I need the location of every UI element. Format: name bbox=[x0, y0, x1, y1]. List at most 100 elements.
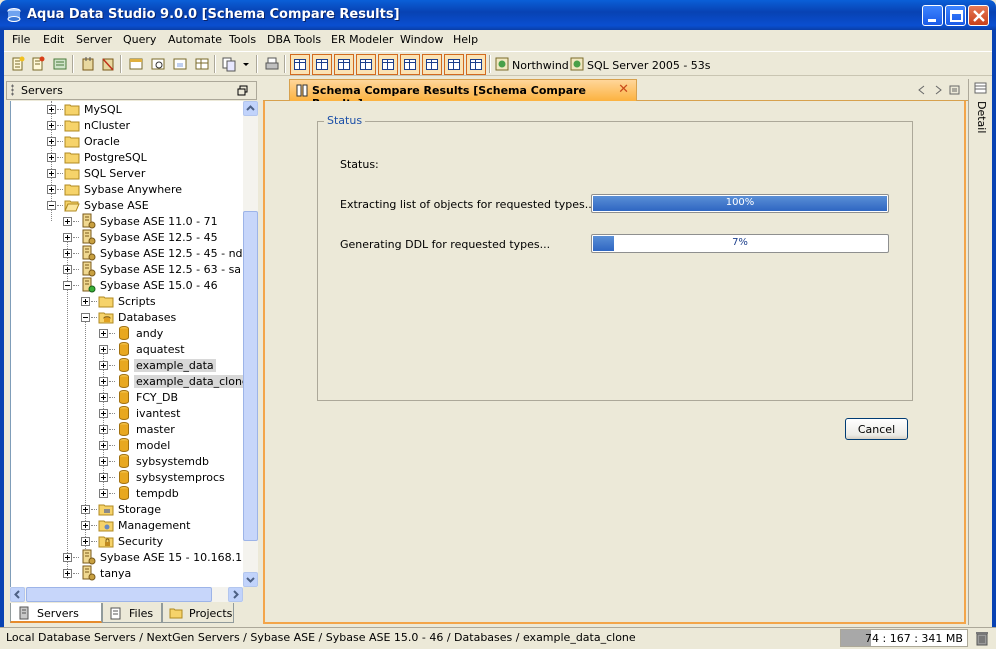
progress-bar-generating-ddl: 7% bbox=[591, 234, 889, 253]
grid-view-button-9[interactable] bbox=[466, 54, 486, 75]
tab-servers[interactable]: Servers bbox=[10, 603, 102, 623]
compare-icon[interactable] bbox=[221, 56, 237, 72]
tab-scroll-right-icon[interactable] bbox=[934, 85, 943, 95]
server-properties-icon[interactable] bbox=[52, 56, 68, 72]
remove-server-icon[interactable] bbox=[30, 56, 46, 72]
expand-icon[interactable] bbox=[99, 345, 108, 354]
menu-file[interactable]: File bbox=[12, 33, 30, 46]
connection-icon[interactable] bbox=[494, 56, 510, 72]
expand-icon[interactable] bbox=[81, 521, 90, 530]
detail-icon[interactable] bbox=[974, 82, 987, 94]
expand-icon[interactable] bbox=[47, 137, 56, 146]
print-icon[interactable] bbox=[264, 56, 280, 72]
window-frame-right bbox=[992, 30, 996, 649]
grid-view-button-4[interactable] bbox=[356, 54, 376, 75]
menu-window[interactable]: Window bbox=[400, 33, 443, 46]
query-builder-icon[interactable] bbox=[172, 56, 188, 72]
grid-view-button-7[interactable] bbox=[422, 54, 442, 75]
scroll-up-button[interactable] bbox=[243, 101, 258, 116]
menu-server[interactable]: Server bbox=[76, 33, 112, 46]
scroll-down-button[interactable] bbox=[243, 572, 258, 587]
memory-indicator[interactable]: 74 : 167 : 341 MB bbox=[840, 629, 968, 647]
expand-icon[interactable] bbox=[99, 377, 108, 386]
detail-tab[interactable]: Detail bbox=[975, 101, 988, 133]
menu-query[interactable]: Query bbox=[123, 33, 156, 46]
collapse-icon[interactable] bbox=[47, 201, 56, 210]
grid-view-button-2[interactable] bbox=[312, 54, 332, 75]
expand-icon[interactable] bbox=[63, 569, 72, 578]
cancel-button[interactable]: Cancel bbox=[845, 418, 908, 440]
tree-vertical-scrollbar[interactable] bbox=[243, 101, 258, 587]
grid-view-button-1[interactable] bbox=[290, 54, 310, 75]
tree-connector bbox=[57, 173, 63, 174]
minimize-button[interactable] bbox=[922, 5, 943, 26]
drag-handle-icon[interactable] bbox=[11, 84, 14, 96]
tree-item-label: Sybase ASE 15 - 10.168.11.4 bbox=[100, 551, 243, 564]
restore-icon[interactable] bbox=[237, 85, 248, 96]
expand-icon[interactable] bbox=[99, 489, 108, 498]
scroll-right-button[interactable] bbox=[228, 587, 243, 602]
expand-icon[interactable] bbox=[63, 265, 72, 274]
connection-label-northwind[interactable]: Northwind bbox=[512, 59, 569, 72]
connect-icon[interactable] bbox=[80, 56, 96, 72]
expand-icon[interactable] bbox=[47, 105, 56, 114]
grid-view-button-8[interactable] bbox=[444, 54, 464, 75]
maximize-button[interactable] bbox=[945, 5, 966, 26]
expand-icon[interactable] bbox=[99, 409, 108, 418]
tree-item-label: Management bbox=[118, 519, 191, 532]
expand-icon[interactable] bbox=[99, 457, 108, 466]
expand-icon[interactable] bbox=[63, 553, 72, 562]
tab-projects[interactable]: Projects bbox=[162, 603, 234, 623]
expand-icon[interactable] bbox=[47, 169, 56, 178]
expand-icon[interactable] bbox=[63, 233, 72, 242]
title-bar[interactable]: Aqua Data Studio 9.0.0 [Schema Compare R… bbox=[0, 0, 996, 30]
expand-icon[interactable] bbox=[99, 361, 108, 370]
query-analyzer-icon[interactable] bbox=[150, 56, 166, 72]
expand-icon[interactable] bbox=[47, 153, 56, 162]
tab-list-icon[interactable] bbox=[949, 85, 960, 95]
chevron-down-icon[interactable] bbox=[241, 56, 251, 72]
connection-icon[interactable] bbox=[569, 56, 585, 72]
tree-horizontal-scrollbar[interactable] bbox=[10, 587, 243, 602]
connection-label-sqlserver[interactable]: SQL Server 2005 - 53s bbox=[587, 59, 711, 72]
expand-icon[interactable] bbox=[81, 505, 90, 514]
menu-help[interactable]: Help bbox=[453, 33, 478, 46]
menu-dba-tools[interactable]: DBA Tools bbox=[267, 33, 321, 46]
close-button[interactable] bbox=[968, 5, 989, 26]
expand-icon[interactable] bbox=[99, 393, 108, 402]
table-data-editor-icon[interactable] bbox=[194, 56, 210, 72]
query-window-icon[interactable] bbox=[128, 56, 144, 72]
expand-icon[interactable] bbox=[99, 425, 108, 434]
expand-icon[interactable] bbox=[47, 185, 56, 194]
minimize-icon bbox=[928, 19, 936, 22]
tab-files[interactable]: Files bbox=[102, 603, 162, 623]
expand-icon[interactable] bbox=[99, 473, 108, 482]
close-tab-icon[interactable]: ✕ bbox=[618, 82, 629, 97]
expand-icon[interactable] bbox=[63, 217, 72, 226]
expand-icon[interactable] bbox=[81, 297, 90, 306]
menu-edit[interactable]: Edit bbox=[43, 33, 64, 46]
disconnect-icon[interactable] bbox=[100, 56, 116, 72]
tab-scroll-left-icon[interactable] bbox=[917, 85, 926, 95]
new-server-icon[interactable] bbox=[10, 56, 26, 72]
scroll-thumb[interactable] bbox=[243, 211, 258, 541]
server-tree[interactable]: MySQL nCluster Oracle PostgreSQL SQL Ser… bbox=[10, 101, 243, 587]
menu-tools[interactable]: Tools bbox=[229, 33, 256, 46]
expand-icon[interactable] bbox=[63, 249, 72, 258]
expand-icon[interactable] bbox=[47, 121, 56, 130]
menu-automate[interactable]: Automate bbox=[168, 33, 222, 46]
expand-icon[interactable] bbox=[81, 537, 90, 546]
collapse-icon[interactable] bbox=[63, 281, 72, 290]
expand-icon[interactable] bbox=[99, 441, 108, 450]
scroll-left-button[interactable] bbox=[10, 587, 25, 602]
collapse-icon[interactable] bbox=[81, 313, 90, 322]
expand-icon[interactable] bbox=[99, 329, 108, 338]
menu-er-modeler[interactable]: ER Modeler bbox=[331, 33, 393, 46]
garbage-collect-icon[interactable] bbox=[975, 630, 989, 646]
tab-schema-compare-results[interactable]: Schema Compare Results [Schema Compare R… bbox=[289, 79, 637, 110]
grid-view-button-3[interactable] bbox=[334, 54, 354, 75]
grid-view-button-6[interactable] bbox=[400, 54, 420, 75]
progress-text: 7% bbox=[732, 237, 748, 248]
grid-view-button-5[interactable] bbox=[378, 54, 398, 75]
scroll-thumb[interactable] bbox=[26, 587, 212, 602]
